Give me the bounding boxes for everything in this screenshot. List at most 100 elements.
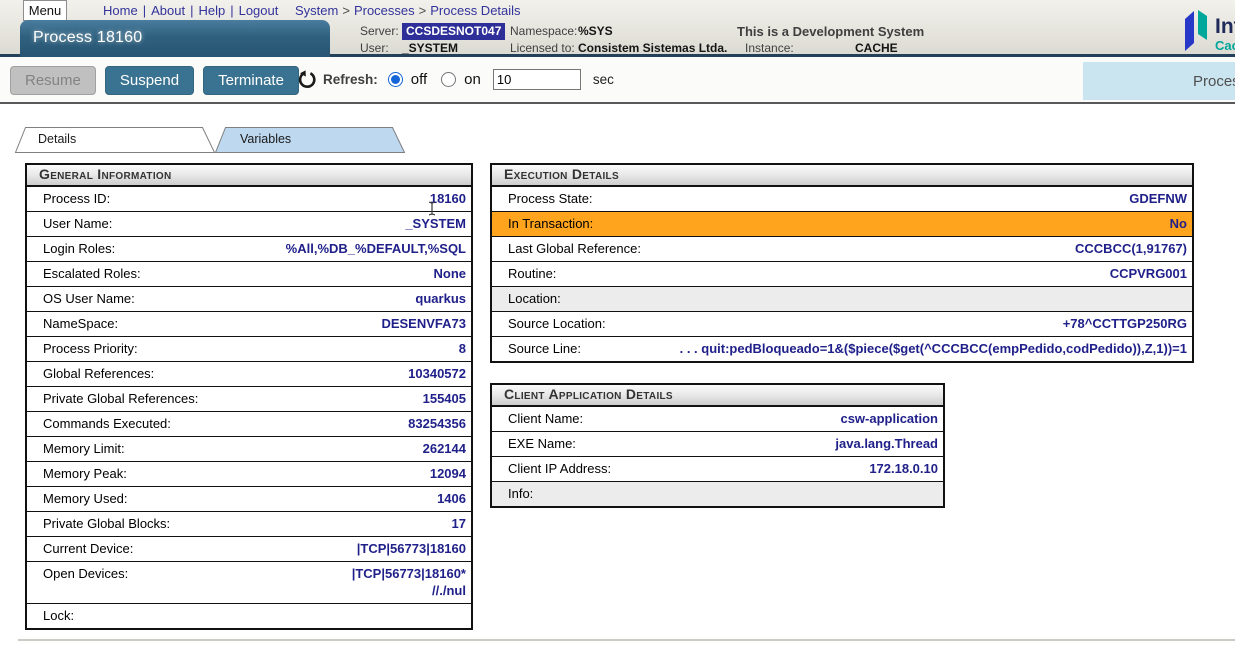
server-info-block: Server: CCSDESNOT047 User: _SYSTEM	[360, 23, 505, 57]
table-row: Location:	[492, 286, 1192, 311]
table-row: Client IP Address: 172.18.0.10	[492, 456, 943, 481]
table-row: Last Global Reference:CCCBCC(1,91767)	[492, 236, 1192, 261]
row-label: Source Line:	[508, 340, 581, 357]
resume-button[interactable]: Resume	[10, 66, 96, 95]
table-row: Memory Limit:262144	[27, 436, 471, 461]
refresh-off-radio[interactable]	[388, 72, 403, 87]
table-row: Info:	[492, 481, 943, 506]
table-row: Source Line:. . . quit:pedBloqueado=1&($…	[492, 336, 1192, 361]
breadcrumb: System>Processes>Process Details	[295, 3, 521, 18]
table-row: Escalated Roles:None	[27, 261, 471, 286]
table-row: Private Global Blocks: 17	[27, 511, 471, 536]
nav-link-help[interactable]: Help	[198, 3, 225, 18]
row-value	[82, 607, 466, 624]
terminate-button[interactable]: Terminate	[203, 66, 299, 95]
row-value: 18160	[118, 190, 466, 207]
row-label: NameSpace:	[43, 315, 118, 332]
toolbar: Resume Suspend Terminate Refresh: off on…	[0, 57, 1235, 104]
tab-details[interactable]: Details	[15, 127, 215, 153]
table-row: Private Global References:155405	[27, 386, 471, 411]
breadcrumb-separator: >	[342, 3, 350, 18]
table-title: Execution Details	[492, 165, 1192, 187]
nav-link-home[interactable]: Home	[103, 3, 138, 18]
row-label: Routine:	[508, 265, 556, 282]
table-row: Current Device: |TCP|56773|18160	[27, 536, 471, 561]
text-cursor-icon	[427, 201, 437, 216]
namespace-info-block: Namespace: %SYS Licensed to: Consistem S…	[510, 23, 727, 57]
page-banner: Process Details	[1083, 62, 1235, 100]
brand-name: InterSystems	[1215, 14, 1235, 39]
row-label: Commands Executed:	[43, 415, 171, 432]
table-row: In Transaction:No	[492, 211, 1192, 236]
breadcrumb-processes[interactable]: Processes	[354, 3, 415, 18]
table-row: EXE Name: java.lang.Thread	[492, 431, 943, 456]
row-value: 172.18.0.10	[619, 460, 938, 477]
table-row: Memory Peak: 12094	[27, 461, 471, 486]
general-information-table: General InformationProcess ID:18160User …	[25, 163, 473, 630]
table-row: User Name:_SYSTEM	[27, 211, 471, 236]
table-row: Process ID:18160	[27, 187, 471, 211]
development-system-notice: This is a Development System	[737, 23, 924, 40]
brand-product: Caché	[1215, 39, 1235, 53]
logo-mark-icon	[1183, 8, 1211, 54]
row-value: 10340572	[162, 365, 466, 382]
logo-text: InterSystems Caché	[1215, 8, 1235, 54]
licensed-label: Licensed to:	[510, 40, 578, 57]
row-label: Client IP Address:	[508, 460, 611, 477]
row-label: OS User Name:	[43, 290, 135, 307]
row-label: Info:	[508, 485, 533, 502]
page-banner-text: Process Details	[1193, 62, 1235, 100]
row-label: Private Global Blocks:	[43, 515, 170, 532]
nav-link-about[interactable]: About	[151, 3, 185, 18]
row-label: Global References:	[43, 365, 154, 382]
intersystems-logo: InterSystems Caché	[1183, 8, 1235, 54]
breadcrumb-current: Process Details	[430, 3, 520, 18]
nav-links: Home|About|Help|Logout	[103, 3, 278, 18]
refresh-controls: Refresh: off on sec	[297, 57, 614, 102]
row-value: 12094	[135, 465, 466, 482]
refresh-icon	[297, 70, 317, 90]
breadcrumb-separator: >	[419, 3, 427, 18]
row-value: |TCP|56773|18160	[141, 540, 466, 557]
row-label: Process State:	[508, 190, 593, 207]
licensed-value: Consistem Sistemas Ltda.	[578, 40, 727, 57]
table-title: Client Application Details	[492, 385, 943, 407]
row-label: User Name:	[43, 215, 112, 232]
refresh-on-radio[interactable]	[441, 72, 456, 87]
table-row: Source Location:+78^CCTTGP250RG	[492, 311, 1192, 336]
row-value: No	[601, 215, 1187, 232]
row-value: 262144	[133, 440, 466, 457]
bottom-divider	[18, 639, 1235, 641]
row-value	[569, 290, 1187, 307]
row-label: Memory Peak:	[43, 465, 127, 482]
suspend-button[interactable]: Suspend	[105, 66, 194, 95]
breadcrumb-system[interactable]: System	[295, 3, 338, 18]
nav-separator: |	[230, 3, 233, 18]
table-row: Process State:GDEFNW	[492, 187, 1192, 211]
row-label: Lock:	[43, 607, 74, 624]
table-row: OS User Name:quarkus	[27, 286, 471, 311]
menu-button[interactable]: Menu	[23, 0, 67, 21]
row-value: 155405	[206, 390, 466, 407]
page-title: Process 18160	[20, 20, 330, 57]
nav-link-logout[interactable]: Logout	[239, 3, 279, 18]
row-label: Current Device:	[43, 540, 133, 557]
row-value: java.lang.Thread	[584, 435, 938, 452]
row-label: Escalated Roles:	[43, 265, 141, 282]
table-row: NameSpace:DESENVFA73	[27, 311, 471, 336]
row-value: 17	[178, 515, 466, 532]
table-title: General Information	[27, 165, 471, 187]
tab-variables[interactable]: Variables	[215, 127, 405, 153]
table-row: Login Roles:%All,%DB_%DEFAULT,%SQL	[27, 236, 471, 261]
row-value: |TCP|56773|18160*//./nul	[136, 565, 466, 599]
refresh-off-label[interactable]: off	[411, 71, 427, 88]
table-row: Process Priority:8	[27, 336, 471, 361]
server-value-badge: CCSDESNOT047	[402, 23, 505, 40]
row-value	[541, 485, 938, 502]
row-label: EXE Name:	[508, 435, 576, 452]
refresh-interval-input[interactable]	[493, 69, 581, 90]
nav-separator: |	[143, 3, 146, 18]
row-value: 83254356	[179, 415, 466, 432]
refresh-on-label[interactable]: on	[464, 71, 481, 88]
client-application-details-table: Client Application DetailsClient Name:cs…	[490, 383, 945, 508]
